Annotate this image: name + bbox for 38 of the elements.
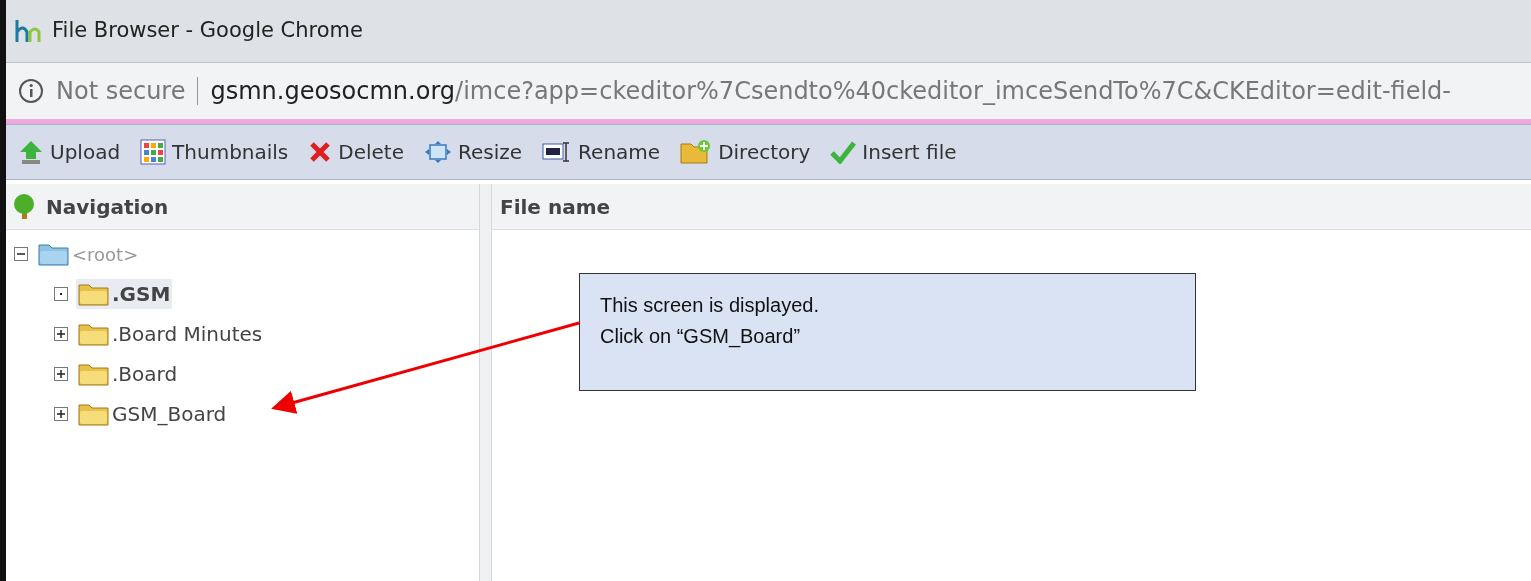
folder-name: .Board Minutes bbox=[112, 321, 263, 348]
folder-name: GSM_Board bbox=[112, 401, 227, 428]
toolbar-button[interactable]: Resize bbox=[420, 133, 527, 171]
toolbar-button[interactable]: Upload bbox=[14, 133, 125, 171]
folder-icon bbox=[680, 139, 713, 165]
tree-item[interactable]: GSM_Board bbox=[76, 399, 229, 429]
checkmark-icon bbox=[830, 140, 857, 164]
splitter[interactable] bbox=[480, 184, 492, 581]
folder-icon bbox=[78, 322, 110, 346]
folder-name: .GSM bbox=[112, 281, 171, 308]
url-text: gsmn.geosocmn.org/imce?app=ckeditor%7Csendto%40ckeditor_imceSendTo%7C&CKEditor=edit-field- bbox=[210, 76, 1451, 107]
callout-text: Click on “GSM_Board” bbox=[600, 324, 802, 350]
toolbar-button[interactable]: Thumbnails bbox=[136, 133, 293, 171]
folder-icon bbox=[78, 282, 110, 306]
toolbar-button[interactable]: Insert file bbox=[826, 133, 961, 171]
resize-icon bbox=[424, 140, 452, 164]
window-title: File Browser - Google Chrome bbox=[52, 17, 363, 45]
grid-icon bbox=[140, 139, 167, 165]
column-header[interactable]: File name bbox=[500, 191, 611, 222]
toolbar-button[interactable]: Directory bbox=[676, 133, 815, 171]
panel-title: Navigation bbox=[46, 193, 169, 221]
tree-item[interactable]: .Board Minutes bbox=[76, 319, 265, 349]
folder-name: .Board bbox=[112, 361, 178, 388]
address-bar[interactable]: Not secure gsmn.geosocmn.org/imce?app=ckeditor%7Csendto%40ckeditor_imceSendTo%7C&CKEditor=edit-field- bbox=[6, 63, 1531, 119]
folder-name: <root> bbox=[72, 242, 139, 267]
folder-icon bbox=[78, 402, 110, 426]
callout-text: This screen is displayed. bbox=[600, 293, 820, 318]
upload-icon bbox=[18, 139, 44, 165]
toolbar-button[interactable]: Rename bbox=[538, 133, 665, 171]
tree-item[interactable]: .GSM bbox=[76, 279, 173, 309]
security-label: Not secure bbox=[56, 76, 186, 107]
toolbar-button[interactable]: Delete bbox=[304, 133, 408, 171]
folder-icon bbox=[38, 242, 70, 266]
info-icon bbox=[18, 78, 44, 104]
logo-icon bbox=[14, 18, 44, 44]
tree-item[interactable]: .Board bbox=[76, 359, 180, 389]
delete-icon bbox=[308, 140, 333, 164]
folder-icon bbox=[78, 362, 110, 386]
